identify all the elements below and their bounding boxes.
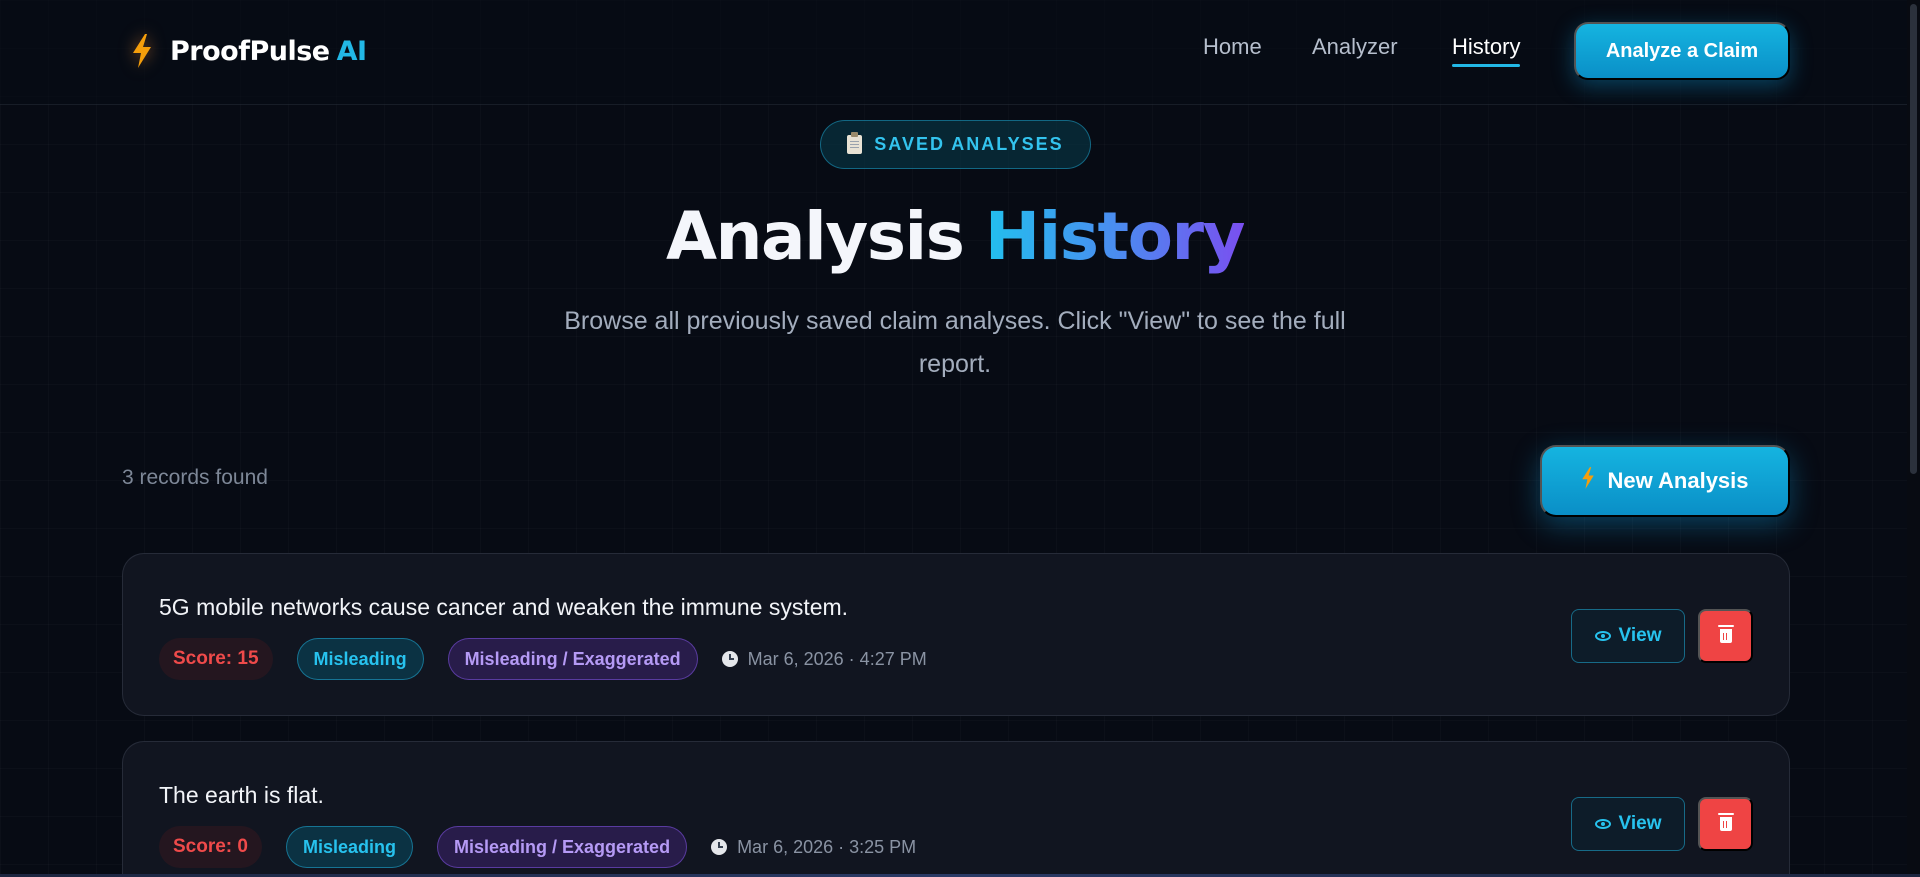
lightning-bolt-icon [1581, 467, 1595, 495]
nav-link-analyzer[interactable]: Analyzer [1312, 34, 1398, 60]
record-tags: Score: 0 Misleading Misleading / Exagger… [159, 826, 916, 868]
page-scrollbar[interactable] [1907, 0, 1920, 877]
verdict-badge: Misleading [285, 826, 413, 868]
clock-icon [711, 839, 728, 855]
view-label: View [1618, 813, 1662, 834]
history-record-card: The earth is flat. Score: 0 Misleading M… [122, 741, 1790, 877]
clipboard-icon [847, 132, 863, 154]
page-title: Analysis History [0, 198, 1910, 275]
category-badge: Misleading / Exaggerated [437, 826, 688, 868]
saved-analyses-pill: SAVED ANALYSES [820, 120, 1091, 169]
view-label: View [1618, 625, 1662, 646]
timestamp-text: Mar 6, 2026 · 4:27 PM [747, 648, 927, 669]
score-badge: Score: 15 [159, 638, 273, 680]
verdict-badge: Misleading [296, 638, 424, 680]
records-count: 3 records found [122, 466, 268, 489]
nav-link-home[interactable]: Home [1203, 34, 1262, 60]
delete-button[interactable] [1698, 797, 1753, 851]
score-badge: Score: 0 [159, 826, 262, 868]
clock-icon [721, 651, 738, 667]
delete-button[interactable] [1698, 609, 1753, 663]
title-main: Analysis [665, 198, 965, 275]
pill-label: SAVED ANALYSES [874, 134, 1064, 154]
timestamp: Mar 6, 2026 · 3:25 PM [711, 837, 916, 858]
claim-text: 5G mobile networks cause cancer and weak… [159, 594, 849, 620]
eye-icon [1594, 819, 1611, 829]
scrollbar-thumb[interactable] [1910, 4, 1917, 474]
claim-text: The earth is flat. [159, 782, 324, 808]
eye-icon [1594, 631, 1611, 641]
trash-icon [1717, 813, 1734, 831]
timestamp: Mar 6, 2026 · 4:27 PM [721, 648, 927, 670]
analyze-claim-button[interactable]: Analyze a Claim [1574, 22, 1790, 80]
history-record-card: 5G mobile networks cause cancer and weak… [122, 553, 1790, 716]
record-tags: Score: 15 Misleading Misleading / Exagge… [159, 638, 927, 680]
top-navbar: ProofPulse AI Home Analyzer History Analy… [0, 0, 1920, 105]
new-analysis-button[interactable]: New Analysis [1540, 445, 1790, 517]
timestamp-text: Mar 6, 2026 · 3:25 PM [737, 836, 917, 857]
category-badge: Misleading / Exaggerated [447, 638, 698, 680]
new-analysis-label: New Analysis [1607, 468, 1749, 493]
page-subtitle: Browse all previously saved claim analys… [564, 307, 1346, 378]
trash-icon [1717, 625, 1734, 643]
view-button[interactable]: View [1571, 797, 1685, 851]
title-accent: History [984, 198, 1246, 275]
nav-link-history[interactable]: History [1452, 34, 1521, 67]
view-button[interactable]: View [1571, 609, 1685, 663]
